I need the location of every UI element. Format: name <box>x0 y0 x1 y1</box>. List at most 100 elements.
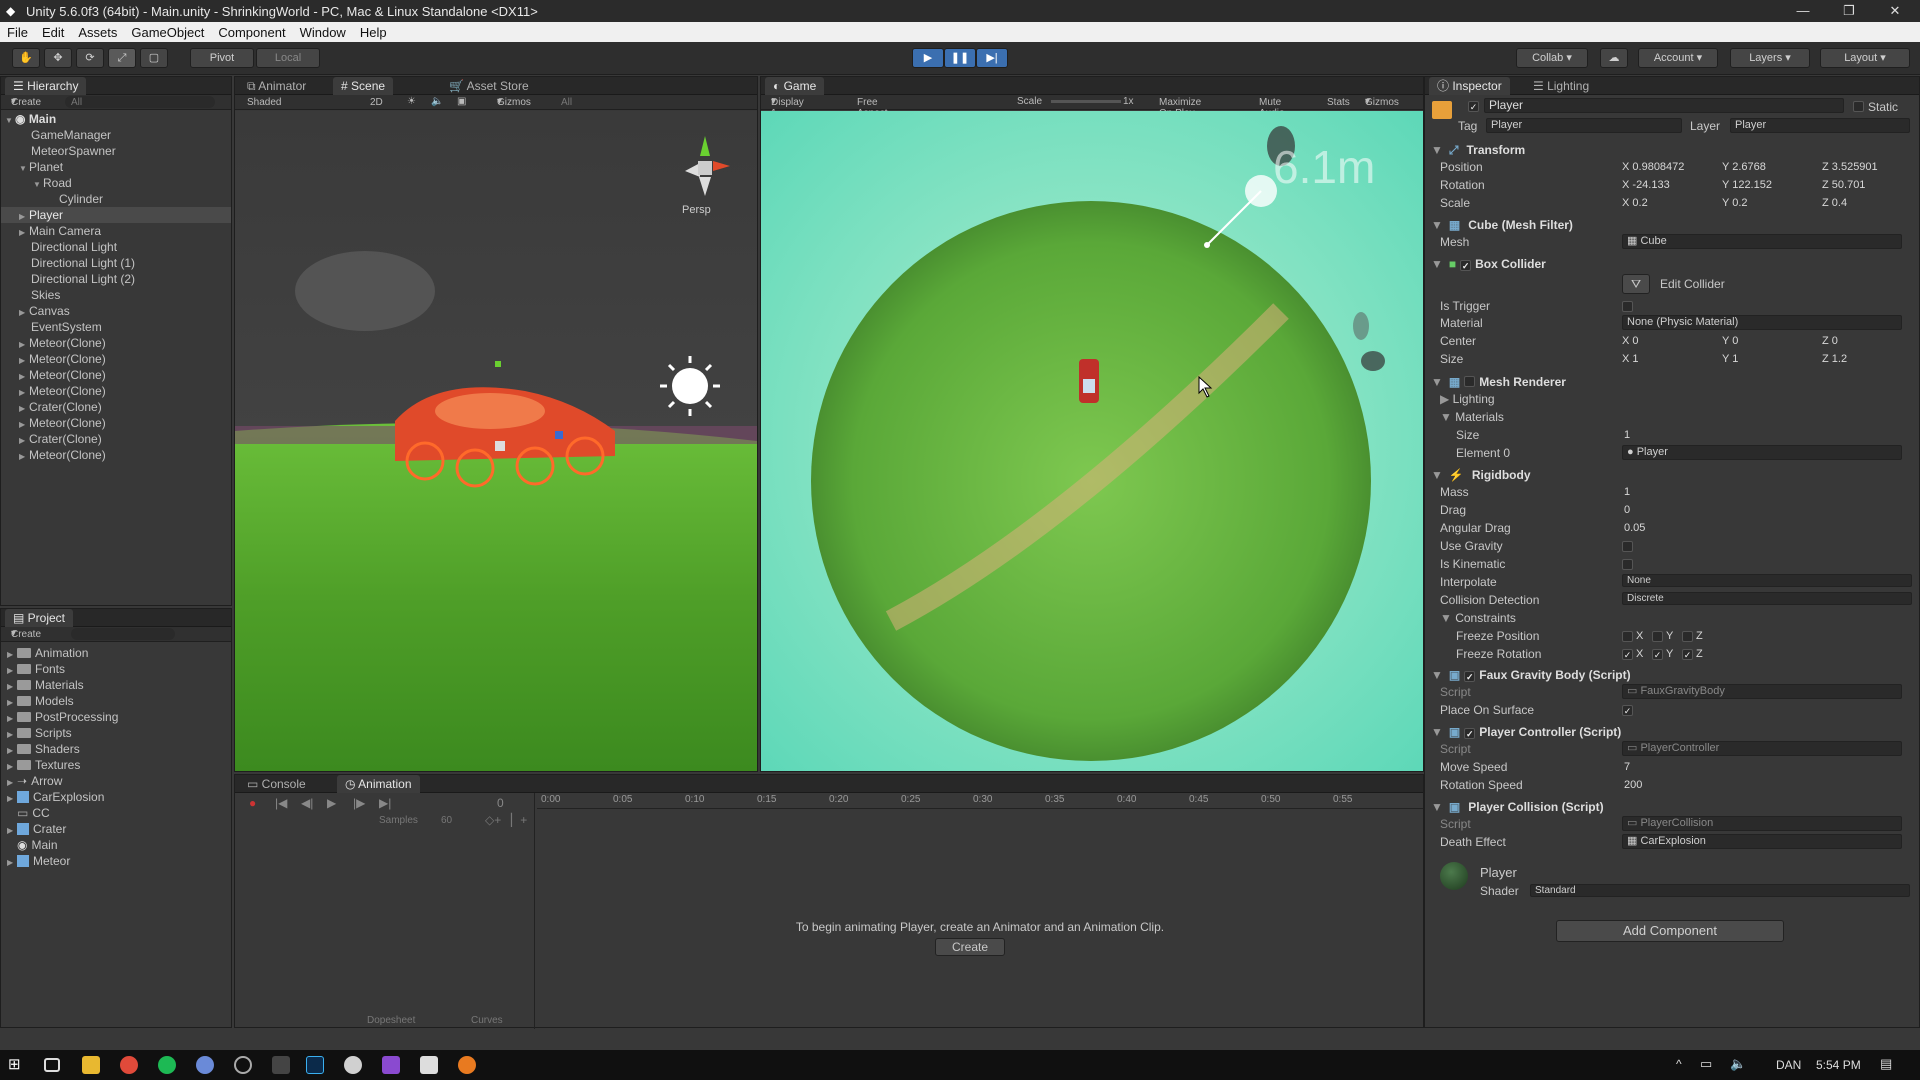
rigidbody-header[interactable]: ▼ ⚡ Rigidbody <box>1425 466 1920 485</box>
last-keyframe-button[interactable]: ▶| <box>379 796 391 810</box>
curves-tab[interactable]: Curves <box>471 1015 503 1026</box>
project-asset[interactable]: ▶ CarExplosion <box>7 789 231 805</box>
position-y[interactable]: Y 2.6768 <box>1722 161 1766 173</box>
create-animation-button[interactable]: Create <box>935 938 1005 956</box>
record-button[interactable]: ● <box>249 796 256 810</box>
box-collider-header[interactable]: ▼ ■ ✓ Box Collider <box>1425 255 1920 274</box>
hierarchy-item[interactable]: MeteorSpawner <box>31 143 231 159</box>
rotation-x[interactable]: X -24.133 <box>1622 179 1670 191</box>
effects-toggle-icon[interactable]: ▣ <box>457 96 466 107</box>
blender-icon[interactable] <box>458 1056 476 1074</box>
tab-animator[interactable]: ⧉ Animator <box>239 77 314 95</box>
timeline-ruler[interactable]: 0:00 0:05 0:10 0:15 0:20 0:25 0:30 0:35 … <box>537 793 1423 809</box>
project-folder[interactable]: ▶ Fonts <box>7 661 231 677</box>
center-z[interactable]: Z 0 <box>1822 335 1838 347</box>
app-icon[interactable] <box>196 1056 214 1074</box>
layout-dropdown[interactable]: Layout ▾ <box>1820 48 1910 68</box>
tab-console[interactable]: ▭ Console <box>239 775 314 793</box>
layer-dropdown[interactable]: Player <box>1730 118 1910 133</box>
clock[interactable]: 5:54 PM <box>1816 1058 1861 1072</box>
hierarchy-item[interactable]: ▼ Road <box>33 175 231 191</box>
rotation-speed-value[interactable]: 200 <box>1624 779 1642 791</box>
faux-gravity-header[interactable]: ▼ ▣ ✓ Faux Gravity Body (Script) <box>1425 666 1920 685</box>
menu-window[interactable]: Window <box>293 25 353 40</box>
death-effect-field[interactable]: ▦ CarExplosion <box>1622 834 1902 849</box>
maximize-button[interactable]: ❐ <box>1826 0 1872 22</box>
freeze-position-y-checkbox[interactable] <box>1652 631 1663 642</box>
size-y[interactable]: Y 1 <box>1722 353 1738 365</box>
faux-gravity-enabled-checkbox[interactable]: ✓ <box>1464 671 1476 682</box>
freeze-rotation-x-checkbox[interactable]: ✓ <box>1622 649 1633 660</box>
minimize-button[interactable]: — <box>1780 0 1826 22</box>
freeze-position-z-checkbox[interactable] <box>1682 631 1693 642</box>
rotate-tool-icon[interactable]: ⟳ <box>76 48 104 68</box>
close-button[interactable]: ✕ <box>1872 0 1918 22</box>
project-create-button[interactable]: Create ▾ <box>11 628 41 640</box>
hierarchy-item-selected[interactable]: ▶ Player <box>1 207 231 223</box>
size-x[interactable]: X 1 <box>1622 353 1639 365</box>
hierarchy-item[interactable]: ▶ Main Camera <box>19 223 231 239</box>
app-icon[interactable] <box>344 1056 362 1074</box>
project-folder[interactable]: ▶ Models <box>7 693 231 709</box>
hand-tool-icon[interactable]: ✋ <box>12 48 40 68</box>
pause-button[interactable]: ❚❚ <box>944 48 976 68</box>
hierarchy-search-input[interactable]: All <box>65 96 215 108</box>
box-collider-enabled-checkbox[interactable]: ✓ <box>1460 260 1472 271</box>
position-z[interactable]: Z 3.525901 <box>1822 161 1878 173</box>
scale-x[interactable]: X 0.2 <box>1622 197 1648 209</box>
scene-viewport[interactable]: Persp <box>235 111 757 771</box>
hierarchy-item[interactable]: ▶ Meteor(Clone) <box>19 367 231 383</box>
tag-dropdown[interactable]: Player <box>1486 118 1682 133</box>
cloud-icon[interactable]: ☁ <box>1600 48 1628 68</box>
position-x[interactable]: X 0.9808472 <box>1622 161 1684 173</box>
scene-root[interactable]: ▼ ◉ Main <box>5 111 231 127</box>
angular-drag-value[interactable]: 0.05 <box>1624 522 1645 534</box>
mesh-renderer-enabled-checkbox[interactable] <box>1464 376 1476 387</box>
project-search-input[interactable] <box>71 628 175 640</box>
tab-game[interactable]: ◐ Game <box>765 77 825 95</box>
hierarchy-item[interactable]: Directional Light (2) <box>31 271 231 287</box>
tab-animation[interactable]: ◷ Animation <box>337 775 420 793</box>
unity-taskbar-icon[interactable] <box>272 1056 290 1074</box>
materials-foldout[interactable]: ▼ Materials <box>1440 410 1504 424</box>
project-asset[interactable]: ◉ Main <box>17 837 231 853</box>
hierarchy-item[interactable]: GameManager <box>31 127 231 143</box>
play-animation-button[interactable]: ▶ <box>327 796 336 810</box>
mass-value[interactable]: 1 <box>1624 486 1630 498</box>
tray-chevron-icon[interactable]: ^ <box>1676 1057 1682 1071</box>
account-button[interactable]: Account ▾ <box>1638 48 1718 68</box>
hierarchy-item[interactable]: EventSystem <box>31 319 231 335</box>
tab-scene[interactable]: # Scene <box>333 77 394 95</box>
hierarchy-item[interactable]: ▶ Crater(Clone) <box>19 431 231 447</box>
interpolate-dropdown[interactable]: None <box>1622 574 1912 587</box>
hierarchy-item[interactable]: ▶ Meteor(Clone) <box>19 335 231 351</box>
drag-value[interactable]: 0 <box>1624 504 1630 516</box>
center-y[interactable]: Y 0 <box>1722 335 1738 347</box>
tab-asset-store[interactable]: 🛒 Asset Store <box>441 77 537 95</box>
play-button[interactable]: ▶ <box>912 48 944 68</box>
display-dropdown[interactable]: Display 1 ▾ <box>771 96 804 119</box>
hierarchy-create-button[interactable]: Create ▾ <box>11 96 41 108</box>
use-gravity-checkbox[interactable] <box>1622 541 1633 552</box>
hierarchy-item[interactable]: Cylinder <box>59 191 231 207</box>
hierarchy-item[interactable]: ▶ Meteor(Clone) <box>19 415 231 431</box>
transform-header[interactable]: ▼ ⤢ Transform <box>1425 141 1920 160</box>
chrome-icon[interactable] <box>120 1056 138 1074</box>
add-keyframe-icon[interactable]: ◇+ <box>485 813 501 827</box>
project-asset[interactable]: ▶ Meteor <box>7 853 231 869</box>
freeze-rotation-z-checkbox[interactable]: ✓ <box>1682 649 1693 660</box>
game-viewport[interactable]: 6.1m <box>761 111 1423 771</box>
add-component-button[interactable]: Add Component <box>1556 920 1784 942</box>
lighting-toggle-icon[interactable]: ☀ <box>407 96 416 107</box>
file-explorer-icon[interactable] <box>82 1056 100 1074</box>
language-indicator[interactable]: DAN <box>1776 1058 1801 1072</box>
game-gizmos-dropdown[interactable]: Gizmos ▾ <box>1365 96 1399 108</box>
mesh-field[interactable]: ▦ Cube <box>1622 234 1902 249</box>
collab-button[interactable]: Collab ▾ <box>1516 48 1588 68</box>
start-icon[interactable]: ⊞ <box>8 1056 26 1074</box>
freeze-rotation-y-checkbox[interactable]: ✓ <box>1652 649 1663 660</box>
physic-material-field[interactable]: None (Physic Material) <box>1622 315 1902 330</box>
tab-inspector[interactable]: ⓘ Inspector <box>1429 77 1510 95</box>
project-asset[interactable]: ▶ ➝ Arrow <box>7 773 231 789</box>
rect-tool-icon[interactable]: ▢ <box>140 48 168 68</box>
